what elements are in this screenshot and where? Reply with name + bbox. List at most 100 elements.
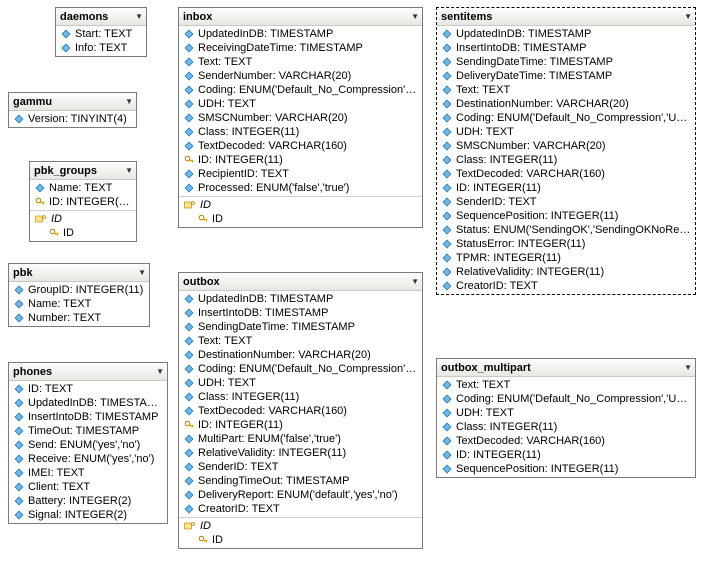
column-row[interactable]: SendingTimeOut: TIMESTAMP — [179, 474, 422, 488]
column-row[interactable]: Version: TINYINT(4) — [9, 112, 136, 126]
column-row[interactable]: DeliveryDateTime: TIMESTAMP — [437, 69, 695, 83]
dropdown-caret-icon[interactable]: ▼ — [411, 13, 419, 21]
column-row[interactable]: GroupID: INTEGER(11) — [9, 283, 149, 297]
index-column-row[interactable]: ID — [179, 212, 422, 226]
column-row[interactable]: InsertIntoDB: TIMESTAMP — [9, 410, 167, 424]
column-row[interactable]: Coding: ENUM('Default_No_Compression','U… — [437, 392, 695, 406]
table-title[interactable]: pbk_groups▼ — [30, 162, 136, 180]
column-row[interactable]: Text: TEXT — [179, 334, 422, 348]
column-row[interactable]: IMEI: TEXT — [9, 466, 167, 480]
column-row[interactable]: Text: TEXT — [179, 55, 422, 69]
table-outbox[interactable]: outbox▼UpdatedInDB: TIMESTAMPInsertIntoD… — [178, 272, 423, 549]
column-row[interactable]: SendingDateTime: TIMESTAMP — [179, 320, 422, 334]
table-title[interactable]: sentitems▼ — [437, 8, 695, 26]
table-pbk-groups[interactable]: pbk_groups▼Name: TEXTID: INTEGER(11) IDID — [29, 161, 137, 242]
index-row[interactable]: ID — [179, 198, 422, 212]
column-row[interactable]: ID: INTEGER(11) — [30, 195, 136, 209]
column-row[interactable]: TextDecoded: VARCHAR(160) — [437, 434, 695, 448]
column-row[interactable]: SMSCNumber: VARCHAR(20) — [437, 139, 695, 153]
dropdown-caret-icon[interactable]: ▼ — [411, 278, 419, 286]
column-row[interactable]: CreatorID: TEXT — [179, 502, 422, 516]
column-row[interactable]: DestinationNumber: VARCHAR(20) — [437, 97, 695, 111]
table-gammu[interactable]: gammu▼Version: TINYINT(4) — [8, 92, 137, 128]
table-pbk[interactable]: pbk▼GroupID: INTEGER(11)Name: TEXTNumber… — [8, 263, 150, 327]
column-row[interactable]: InsertIntoDB: TIMESTAMP — [179, 306, 422, 320]
dropdown-caret-icon[interactable]: ▼ — [135, 13, 143, 21]
column-row[interactable]: SMSCNumber: VARCHAR(20) — [179, 111, 422, 125]
column-row[interactable]: DestinationNumber: VARCHAR(20) — [179, 348, 422, 362]
column-row[interactable]: UpdatedInDB: TIMESTAMP — [9, 396, 167, 410]
dropdown-caret-icon[interactable]: ▼ — [684, 364, 692, 372]
column-row[interactable]: Coding: ENUM('Default_No_Compression','U… — [179, 362, 422, 376]
column-row[interactable]: Receive: ENUM('yes','no') — [9, 452, 167, 466]
table-phones[interactable]: phones▼ID: TEXTUpdatedInDB: TIMESTAMPIns… — [8, 362, 168, 524]
table-title[interactable]: outbox_multipart▼ — [437, 359, 695, 377]
column-row[interactable]: Status: ENUM('SendingOK','SendingOKNoRep… — [437, 223, 695, 237]
column-row[interactable]: UpdatedInDB: TIMESTAMP — [437, 27, 695, 41]
index-row[interactable]: ID — [30, 212, 136, 226]
column-row[interactable]: Name: TEXT — [30, 181, 136, 195]
table-sentitems[interactable]: sentitems▼UpdatedInDB: TIMESTAMPInsertIn… — [436, 7, 696, 295]
column-row[interactable]: SequencePosition: INTEGER(11) — [437, 209, 695, 223]
column-row[interactable]: Coding: ENUM('Default_No_Compression','U… — [437, 111, 695, 125]
column-row[interactable]: RelativeValidity: INTEGER(11) — [179, 446, 422, 460]
dropdown-caret-icon[interactable]: ▼ — [684, 13, 692, 21]
column-row[interactable]: ID: INTEGER(11) — [437, 448, 695, 462]
column-row[interactable]: UDH: TEXT — [437, 125, 695, 139]
index-column-row[interactable]: ID — [179, 533, 422, 547]
column-row[interactable]: StatusError: INTEGER(11) — [437, 237, 695, 251]
column-row[interactable]: Class: INTEGER(11) — [437, 153, 695, 167]
column-row[interactable]: TextDecoded: VARCHAR(160) — [437, 167, 695, 181]
column-row[interactable]: SequencePosition: INTEGER(11) — [437, 462, 695, 476]
column-row[interactable]: Processed: ENUM('false','true') — [179, 181, 422, 195]
column-row[interactable]: TextDecoded: VARCHAR(160) — [179, 404, 422, 418]
column-row[interactable]: Name: TEXT — [9, 297, 149, 311]
table-title[interactable]: inbox▼ — [179, 8, 422, 26]
column-row[interactable]: Coding: ENUM('Default_No_Compression','U… — [179, 83, 422, 97]
table-title[interactable]: pbk▼ — [9, 264, 149, 282]
column-row[interactable]: DeliveryReport: ENUM('default','yes','no… — [179, 488, 422, 502]
column-row[interactable]: Text: TEXT — [437, 83, 695, 97]
column-row[interactable]: SenderNumber: VARCHAR(20) — [179, 69, 422, 83]
column-row[interactable]: ID: INTEGER(11) — [437, 181, 695, 195]
index-column-row[interactable]: ID — [30, 226, 136, 240]
column-row[interactable]: Signal: INTEGER(2) — [9, 508, 167, 522]
column-row[interactable]: Class: INTEGER(11) — [437, 420, 695, 434]
column-row[interactable]: TextDecoded: VARCHAR(160) — [179, 139, 422, 153]
column-row[interactable]: Number: TEXT — [9, 311, 149, 325]
column-row[interactable]: UDH: TEXT — [437, 406, 695, 420]
column-row[interactable]: Text: TEXT — [437, 378, 695, 392]
column-row[interactable]: Info: TEXT — [56, 41, 146, 55]
column-row[interactable]: MultiPart: ENUM('false','true') — [179, 432, 422, 446]
index-row[interactable]: ID — [179, 519, 422, 533]
column-row[interactable]: SenderID: TEXT — [437, 195, 695, 209]
column-row[interactable]: Start: TEXT — [56, 27, 146, 41]
table-title[interactable]: outbox▼ — [179, 273, 422, 291]
table-title[interactable]: gammu▼ — [9, 93, 136, 111]
column-row[interactable]: RecipientID: TEXT — [179, 167, 422, 181]
column-row[interactable]: TimeOut: TIMESTAMP — [9, 424, 167, 438]
column-row[interactable]: Battery: INTEGER(2) — [9, 494, 167, 508]
dropdown-caret-icon[interactable]: ▼ — [156, 368, 164, 376]
column-row[interactable]: ID: INTEGER(11) — [179, 418, 422, 432]
column-row[interactable]: InsertIntoDB: TIMESTAMP — [437, 41, 695, 55]
dropdown-caret-icon[interactable]: ▼ — [125, 98, 133, 106]
column-row[interactable]: ID: TEXT — [9, 382, 167, 396]
column-row[interactable]: CreatorID: TEXT — [437, 279, 695, 293]
dropdown-caret-icon[interactable]: ▼ — [125, 167, 133, 175]
column-row[interactable]: Class: INTEGER(11) — [179, 390, 422, 404]
column-row[interactable]: Client: TEXT — [9, 480, 167, 494]
column-row[interactable]: TPMR: INTEGER(11) — [437, 251, 695, 265]
column-row[interactable]: ID: INTEGER(11) — [179, 153, 422, 167]
column-row[interactable]: ReceivingDateTime: TIMESTAMP — [179, 41, 422, 55]
table-inbox[interactable]: inbox▼UpdatedInDB: TIMESTAMPReceivingDat… — [178, 7, 423, 228]
column-row[interactable]: UDH: TEXT — [179, 97, 422, 111]
table-title[interactable]: phones▼ — [9, 363, 167, 381]
column-row[interactable]: RelativeValidity: INTEGER(11) — [437, 265, 695, 279]
dropdown-caret-icon[interactable]: ▼ — [138, 269, 146, 277]
column-row[interactable]: Send: ENUM('yes','no') — [9, 438, 167, 452]
column-row[interactable]: UDH: TEXT — [179, 376, 422, 390]
column-row[interactable]: UpdatedInDB: TIMESTAMP — [179, 27, 422, 41]
table-title[interactable]: daemons▼ — [56, 8, 146, 26]
column-row[interactable]: Class: INTEGER(11) — [179, 125, 422, 139]
